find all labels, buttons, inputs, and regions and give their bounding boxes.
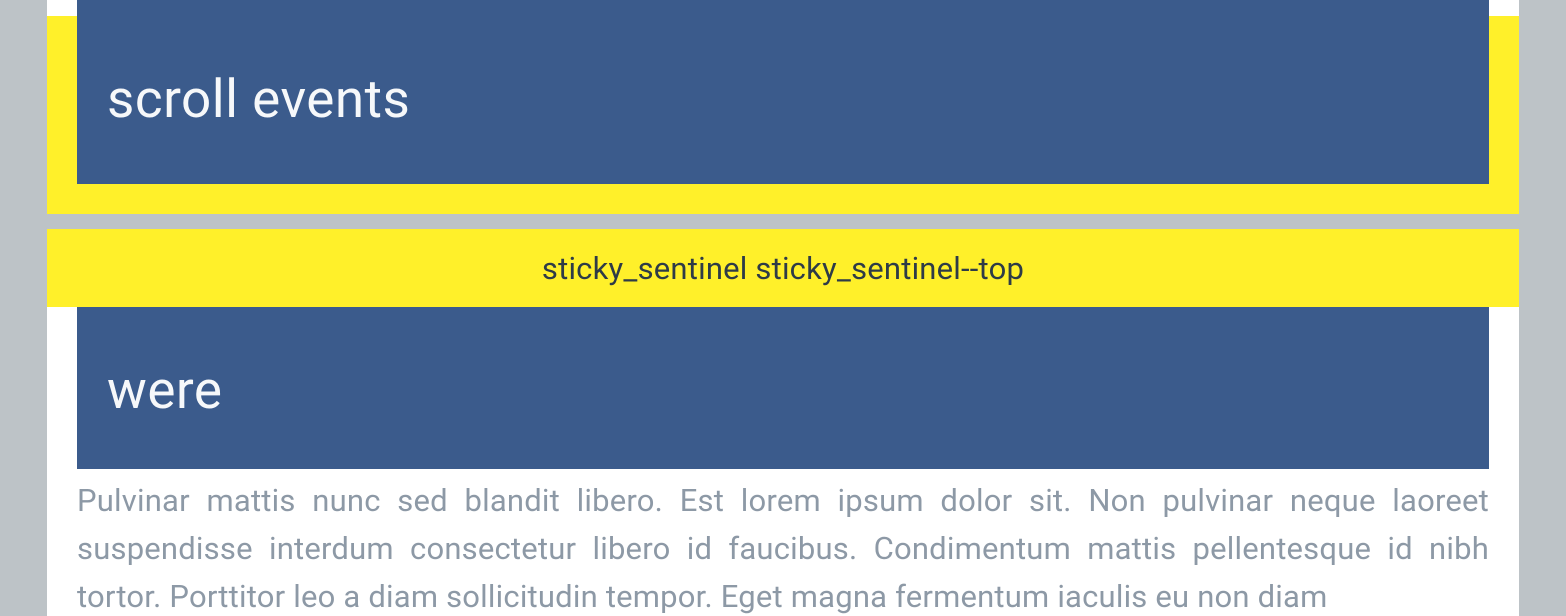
page-root: sem viverra aliquet eget. Dui accumsan s… xyxy=(0,0,1566,616)
section2-header-title: were xyxy=(107,359,223,421)
section2-sticky-header: were xyxy=(77,307,1489,469)
section2-container: were Pulvinar mattis nunc sed blandit li… xyxy=(47,307,1519,616)
section2-body-text: Pulvinar mattis nunc sed blandit libero.… xyxy=(47,477,1519,616)
sentinel-label: sticky_sentinel sticky_sentinel--top xyxy=(542,250,1024,287)
section1-header-title: scroll events xyxy=(107,68,410,130)
sticky-sentinel-top: sticky_sentinel sticky_sentinel--top xyxy=(47,229,1519,307)
section1-sticky-header: scroll events xyxy=(77,0,1489,184)
